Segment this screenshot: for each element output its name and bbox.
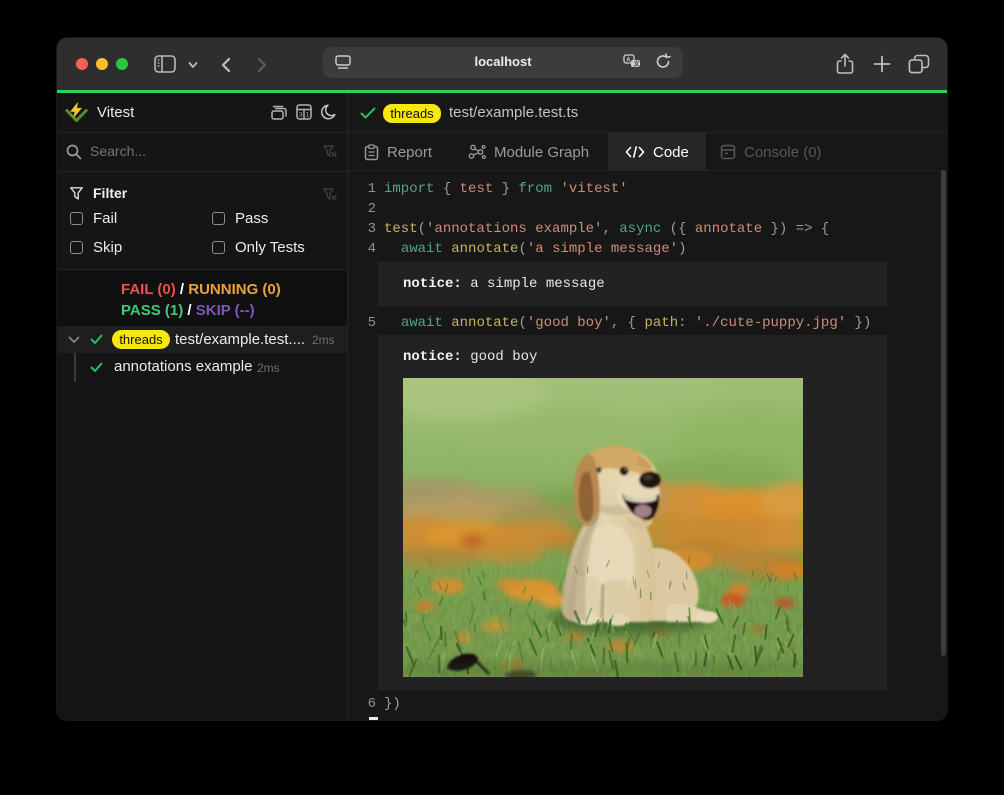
svg-text:文: 文: [633, 60, 641, 68]
svg-text:1: 1: [306, 112, 310, 119]
svg-text:3: 3: [299, 112, 303, 119]
svg-text:A: A: [626, 58, 631, 64]
